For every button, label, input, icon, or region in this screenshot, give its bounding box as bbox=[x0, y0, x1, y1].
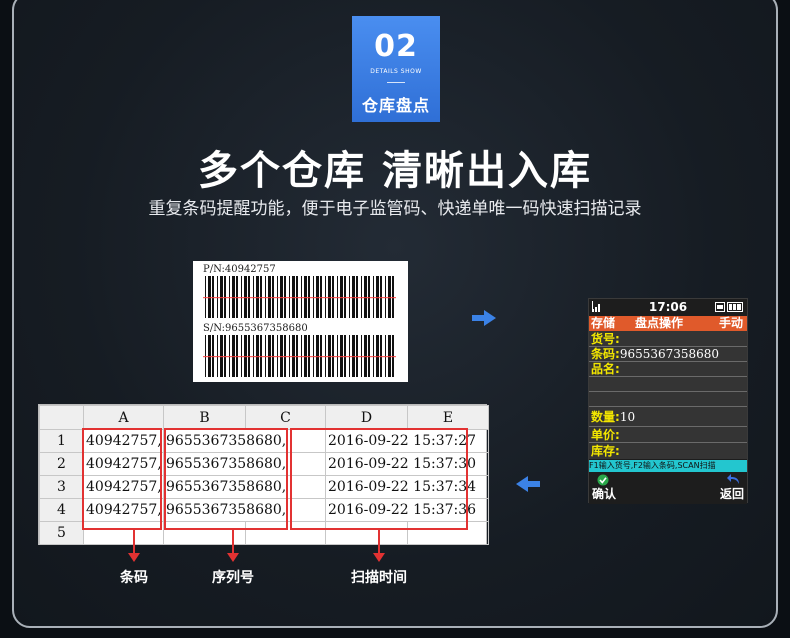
column-header-a: A bbox=[83, 405, 164, 430]
row-number: 2 bbox=[39, 452, 84, 476]
badge-divider bbox=[387, 82, 405, 83]
device-form: 货号: 条码:9655367358680 品名: 数量:10 单价: 库存: bbox=[589, 331, 747, 459]
row-number: 1 bbox=[39, 429, 84, 453]
row-number: 5 bbox=[39, 521, 84, 545]
row-number: 4 bbox=[39, 498, 84, 522]
column-header-d: D bbox=[325, 405, 408, 430]
barcode-label: P/N:40942757 S/N:9655367358680 bbox=[193, 261, 408, 382]
column-header-e: E bbox=[407, 405, 489, 430]
serial-pointer bbox=[227, 530, 239, 562]
serial-number-text: S/N:9655367358680 bbox=[203, 323, 308, 334]
device-header: 存储 盘点操作 手动 bbox=[589, 316, 747, 331]
section-badge: 02 DETAILS SHOW 仓库盘点 bbox=[352, 16, 440, 122]
scan-time-pointer bbox=[373, 530, 385, 562]
serial-column-highlight bbox=[164, 428, 288, 530]
barcode-caption: 条码 bbox=[120, 570, 148, 586]
part-number-barcode bbox=[203, 276, 396, 318]
header-mode: 手动 bbox=[718, 316, 743, 330]
page-title: 多个仓库 清晰出入库 bbox=[198, 148, 592, 194]
corner-cell bbox=[39, 405, 84, 430]
scan-time-caption: 扫描时间 bbox=[351, 570, 407, 586]
field-product-name[interactable]: 品名: bbox=[591, 362, 620, 376]
barcode-value: 9655367358680 bbox=[619, 347, 720, 361]
column-header-b: B bbox=[163, 405, 246, 430]
header-storage: 存储 bbox=[591, 316, 616, 330]
back-button[interactable]: 返回 bbox=[720, 485, 744, 502]
barcode-pointer bbox=[128, 530, 140, 562]
serial-caption: 序列号 bbox=[212, 570, 254, 586]
left-arrow-icon bbox=[516, 476, 540, 492]
field-barcode[interactable]: 条码:9655367358680 bbox=[591, 347, 719, 361]
field-quantity[interactable]: 数量:10 bbox=[591, 410, 635, 424]
scan-time-column-highlight bbox=[290, 428, 468, 530]
signal-icon bbox=[592, 301, 600, 312]
page-subtitle: 重复条码提醒功能，便于电子监管码、快递单唯一码快速扫描记录 bbox=[148, 199, 642, 219]
field-unit-price[interactable]: 单价: bbox=[591, 428, 620, 442]
badge-number: 02 bbox=[374, 29, 418, 64]
field-stock[interactable]: 库存: bbox=[591, 444, 620, 458]
serial-number-barcode bbox=[203, 335, 396, 377]
part-number-text: P/N:40942757 bbox=[203, 264, 276, 275]
row-number: 3 bbox=[39, 475, 84, 499]
column-header-c: C bbox=[245, 405, 326, 430]
badge-subtitle: DETAILS SHOW bbox=[370, 68, 422, 75]
column-header-row: A B C D E bbox=[39, 405, 489, 430]
quantity-value: 10 bbox=[619, 410, 636, 424]
device-screen: 17:06 存储 盘点操作 手动 货号: 条码:9655367358680 品名… bbox=[588, 298, 748, 504]
badge-label: 仓库盘点 bbox=[361, 96, 430, 115]
confirm-button[interactable]: 确认 bbox=[592, 485, 616, 502]
barcode-column-highlight bbox=[82, 428, 162, 530]
header-title: 盘点操作 bbox=[635, 316, 684, 330]
battery-icon bbox=[727, 302, 743, 312]
sim-icon bbox=[715, 302, 725, 312]
right-arrow-icon bbox=[472, 310, 496, 326]
clock: 17:06 bbox=[648, 300, 688, 314]
field-item-no[interactable]: 货号: bbox=[591, 332, 620, 346]
device-hint-bar: F1输入货号,F2输入条码,SCAN扫描 bbox=[589, 460, 747, 472]
device-softkeys: 确认 返回 bbox=[589, 472, 747, 504]
status-bar: 17:06 bbox=[589, 299, 747, 315]
